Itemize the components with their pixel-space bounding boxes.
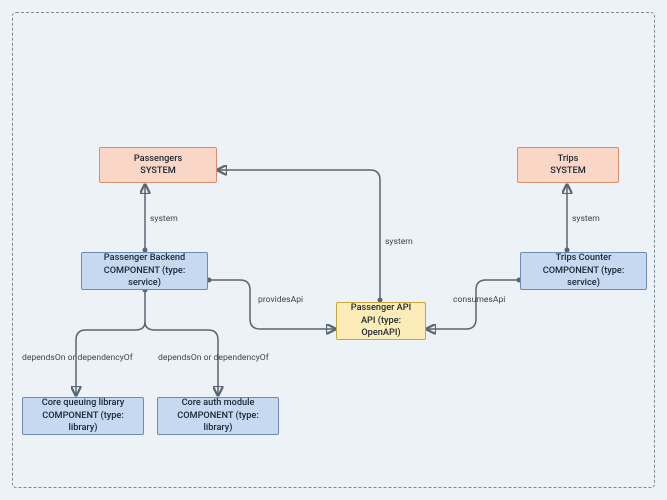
node-title: Trips Counter	[556, 252, 612, 264]
node-core-queuing: Core queuing library COMPONENT (type: li…	[22, 397, 144, 435]
node-title: Core queuing library	[42, 397, 125, 409]
node-trips-counter: Trips Counter COMPONENT (type: service)	[520, 252, 647, 290]
node-title: Trips	[558, 153, 579, 165]
node-subtitle: SYSTEM	[140, 165, 176, 177]
node-title: Passenger Backend	[104, 252, 185, 264]
edge-label-system: system	[385, 237, 413, 247]
node-title: Core auth module	[182, 397, 255, 409]
edge-label-system: system	[150, 214, 178, 224]
node-title: Passengers	[134, 153, 182, 165]
node-subtitle: COMPONENT (type: library)	[166, 410, 270, 435]
edge-label-provides-api: providesApi	[258, 295, 303, 305]
node-subtitle: SYSTEM	[550, 165, 586, 177]
node-passengers-system: Passengers SYSTEM	[99, 147, 217, 183]
node-subtitle: COMPONENT (type: service)	[529, 265, 638, 290]
edge-label-system: system	[572, 214, 600, 224]
node-passenger-backend: Passenger Backend COMPONENT (type: servi…	[81, 252, 208, 290]
node-passenger-api: Passenger API API (type: OpenAPI)	[336, 302, 426, 340]
node-subtitle: COMPONENT (type: service)	[90, 265, 199, 290]
edge-label-consumes-api: consumesApi	[453, 295, 505, 305]
edge-label-depends-on: dependsOn or dependencyOf	[158, 353, 269, 363]
node-title: Passenger API	[351, 302, 411, 314]
node-subtitle: API (type: OpenAPI)	[345, 315, 417, 340]
edge-label-depends-on: dependsOn or dependencyOf	[22, 353, 133, 363]
node-subtitle: COMPONENT (type: library)	[31, 410, 135, 435]
node-core-auth: Core auth module COMPONENT (type: librar…	[157, 397, 279, 435]
node-trips-system: Trips SYSTEM	[517, 147, 619, 183]
